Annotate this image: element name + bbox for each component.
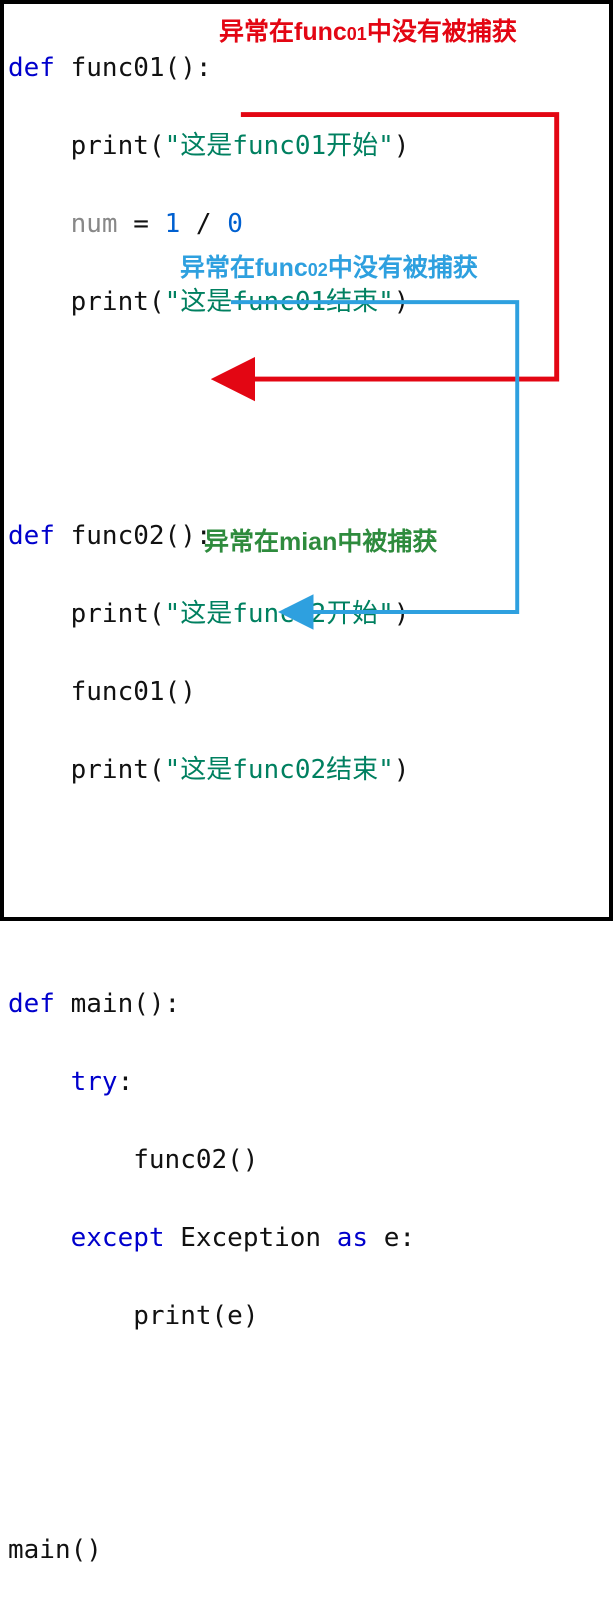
code-line-2: print("这是func01开始")	[8, 127, 605, 166]
var-name: num	[71, 209, 118, 239]
operator: /	[180, 209, 227, 239]
code-line-10: print("这是func02结束")	[8, 751, 605, 790]
code-line-9: func01()	[8, 673, 605, 712]
func-call: print	[133, 1301, 211, 1331]
annotation-green: 异常在mian中被捕获	[204, 522, 437, 558]
paren: ():	[165, 53, 212, 83]
indent	[8, 1223, 71, 1253]
indent	[8, 755, 71, 785]
paren: ():	[133, 989, 180, 1019]
annotation-red: 异常在func01中没有被捕获	[219, 12, 517, 48]
arg: e	[227, 1301, 243, 1331]
func-call: print	[71, 755, 149, 785]
code-line-13: def main():	[8, 985, 605, 1024]
indent	[8, 1301, 133, 1331]
string: "这是func02开始"	[165, 599, 394, 629]
code-block: def func01(): print("这是func01开始") num = …	[4, 4, 609, 1615]
code-line-12	[8, 907, 605, 946]
paren: (	[149, 131, 165, 161]
code-line-8: print("这是func02开始")	[8, 595, 605, 634]
code-line-6	[8, 439, 605, 478]
annotation-text: 异常在func	[219, 18, 347, 46]
indent	[8, 599, 71, 629]
indent	[8, 287, 71, 317]
code-line-1: def func01():	[8, 49, 605, 88]
keyword-try: try	[71, 1067, 118, 1097]
paren: )	[394, 287, 410, 317]
func-call: print	[71, 131, 149, 161]
func-name: func01	[71, 53, 165, 83]
paren: )	[394, 755, 410, 785]
code-line-15: func02()	[8, 1141, 605, 1180]
indent	[8, 677, 71, 707]
colon: :	[118, 1067, 134, 1097]
func-call: print	[71, 287, 149, 317]
code-line-17: print(e)	[8, 1297, 605, 1336]
space	[321, 1223, 337, 1253]
paren: (	[149, 599, 165, 629]
annotation-text: 中没有被捕获	[328, 254, 478, 282]
number: 0	[227, 209, 243, 239]
func-call: func02()	[133, 1145, 258, 1175]
annotation-text: 异常在func	[180, 254, 308, 282]
func-call: func01()	[71, 677, 196, 707]
keyword-def: def	[8, 53, 55, 83]
code-line-20: main()	[8, 1531, 605, 1570]
string: "这是func01结束"	[165, 287, 394, 317]
indent	[8, 1067, 71, 1097]
var-name: e	[384, 1223, 400, 1253]
paren: )	[243, 1301, 259, 1331]
indent	[8, 1145, 133, 1175]
annotation-blue: 异常在func02中没有被捕获	[180, 248, 478, 284]
string: "这是func02结束"	[165, 755, 394, 785]
class-name: Exception	[180, 1223, 321, 1253]
func-call: print	[71, 599, 149, 629]
code-line-5	[8, 361, 605, 400]
code-line-16: except Exception as e:	[8, 1219, 605, 1258]
indent	[8, 131, 71, 161]
annotation-text: 01	[347, 24, 367, 44]
func-name: func02	[71, 521, 165, 551]
keyword-except: except	[71, 1223, 165, 1253]
func-call: main()	[8, 1535, 102, 1565]
code-line-18	[8, 1375, 605, 1414]
annotation-text: 异常在mian中被捕获	[204, 528, 437, 556]
paren: (	[149, 287, 165, 317]
keyword-def: def	[8, 989, 55, 1019]
annotation-text: 02	[308, 260, 328, 280]
code-line-19	[8, 1453, 605, 1492]
paren: (	[212, 1301, 228, 1331]
number: 1	[165, 209, 181, 239]
string: "这是func01开始"	[165, 131, 394, 161]
indent	[8, 209, 71, 239]
func-name: main	[71, 989, 134, 1019]
annotation-text: 中没有被捕获	[367, 18, 517, 46]
paren: )	[394, 599, 410, 629]
code-line-3: num = 1 / 0	[8, 205, 605, 244]
code-line-11	[8, 829, 605, 868]
colon: :	[399, 1223, 415, 1253]
paren: (	[149, 755, 165, 785]
keyword-as: as	[337, 1223, 368, 1253]
code-line-4: print("这是func01结束")	[8, 283, 605, 322]
space	[368, 1223, 384, 1253]
space	[165, 1223, 181, 1253]
paren: )	[394, 131, 410, 161]
code-line-14: try:	[8, 1063, 605, 1102]
keyword-def: def	[8, 521, 55, 551]
operator: =	[118, 209, 165, 239]
